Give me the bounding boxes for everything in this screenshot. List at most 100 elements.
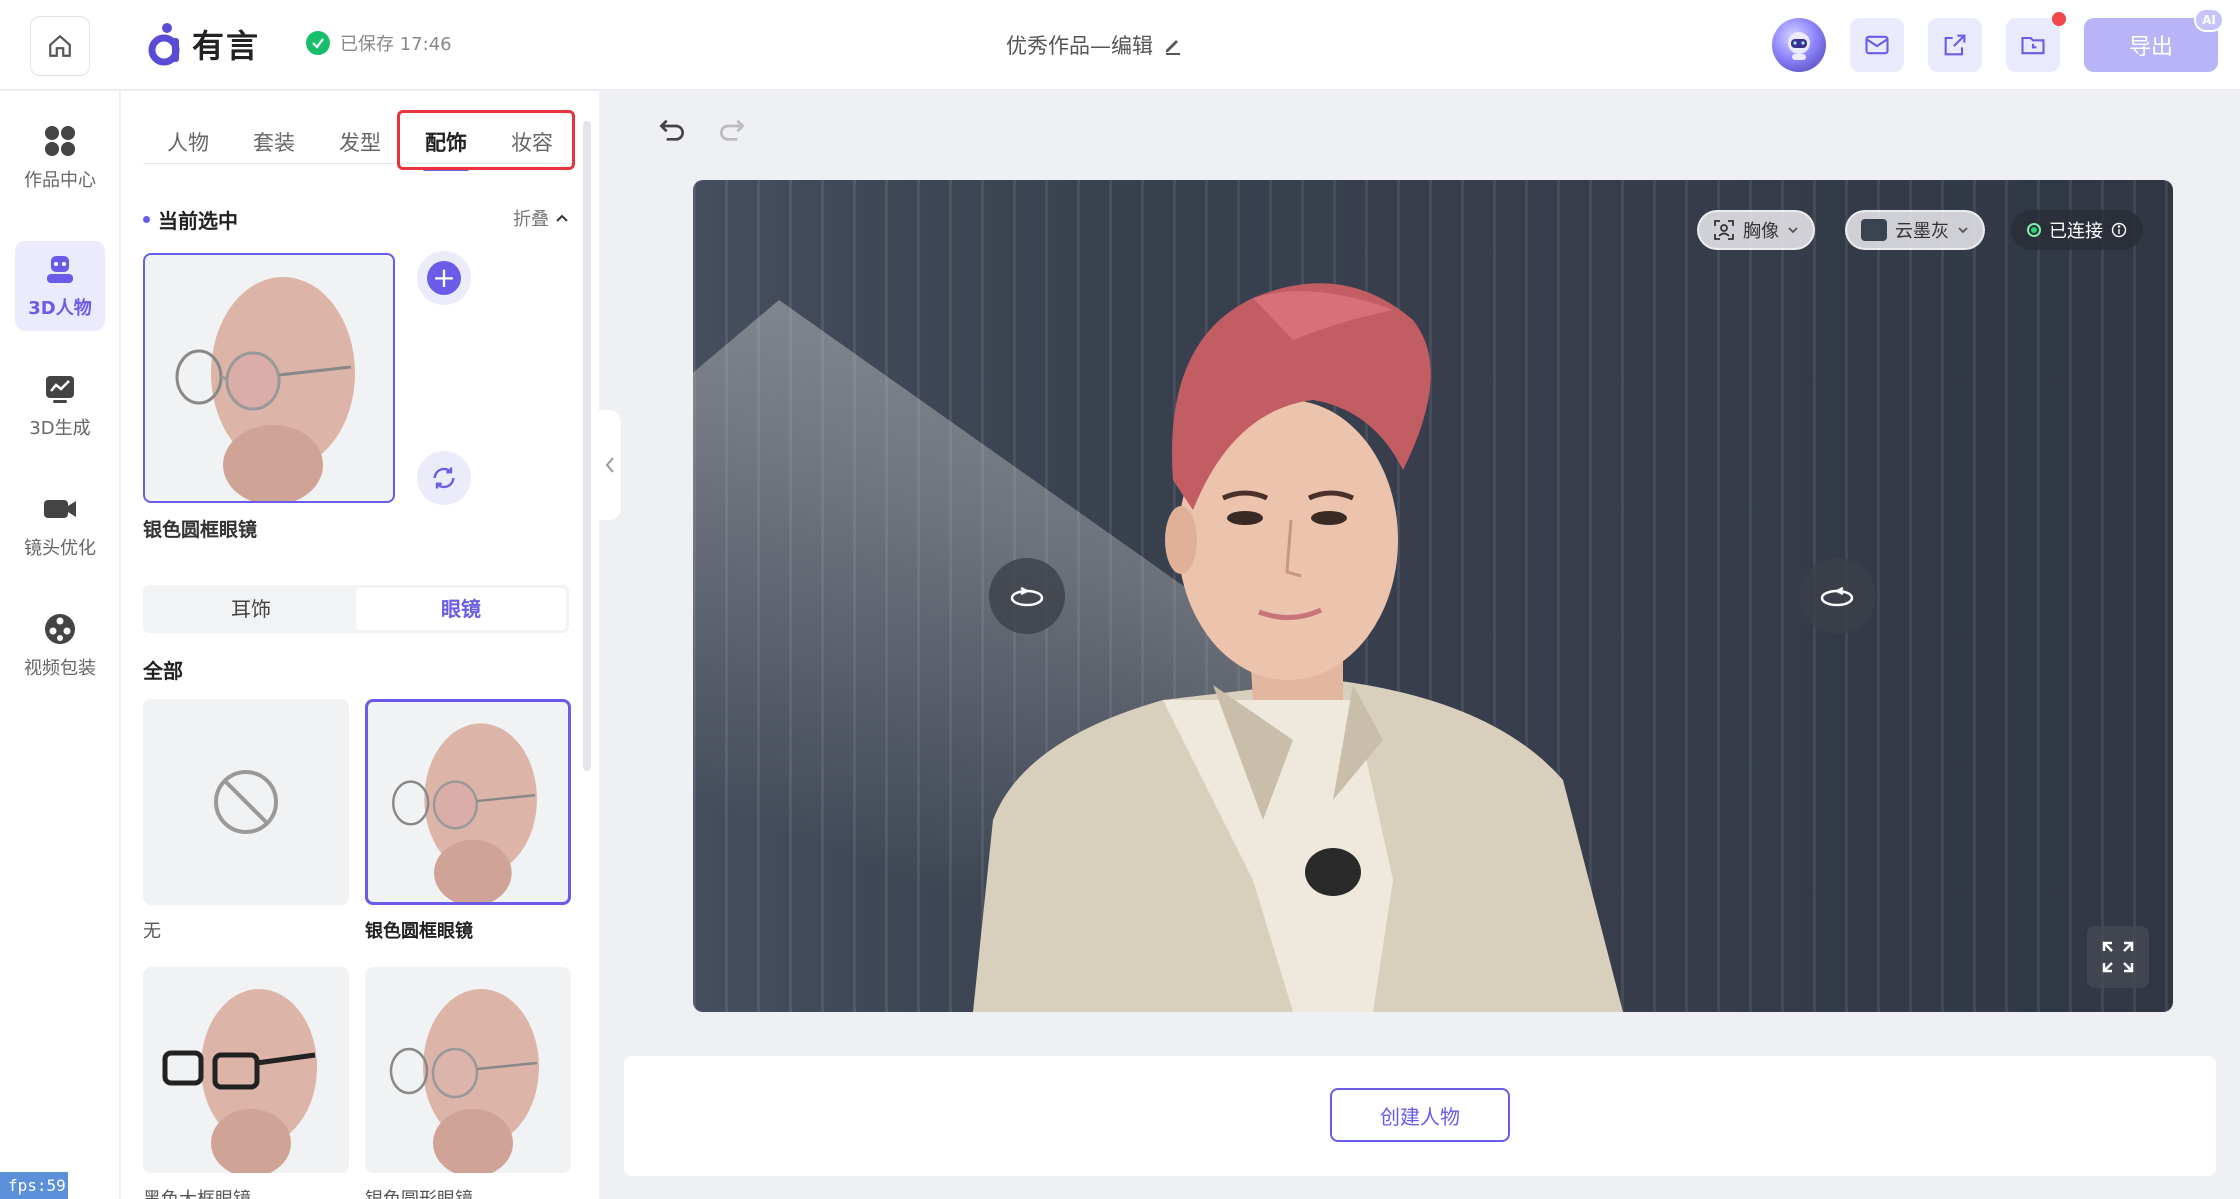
panel-collapse-handle[interactable] (599, 410, 621, 520)
info-icon[interactable] (2111, 222, 2127, 238)
save-status-text: 已保存 17:46 (340, 34, 452, 55)
fold-toggle[interactable]: 折叠 (513, 205, 569, 231)
undo-icon[interactable] (656, 114, 688, 146)
connection-label: 已连接 (2049, 221, 2103, 242)
nav-label: 3D生成 (29, 418, 91, 439)
fold-label: 折叠 (513, 209, 549, 230)
rotate-right-icon (1820, 586, 1854, 607)
user-avatar[interactable] (1772, 18, 1826, 72)
brand-name: 有言 (192, 27, 261, 65)
home-button[interactable] (30, 16, 90, 76)
portrait-frame-icon (1714, 220, 1734, 240)
share-button[interactable] (1928, 18, 1982, 72)
add-accessory-button[interactable]: + (417, 251, 471, 305)
create-character-button[interactable]: 创建人物 (1330, 1088, 1510, 1142)
rotate-right-button[interactable] (1799, 558, 1875, 634)
background-label: 云墨灰 (1895, 221, 1949, 242)
message-button[interactable] (1850, 18, 1904, 72)
head-glasses-thumb (162, 989, 317, 1173)
nav-item-camera[interactable]: 镜头优化 (15, 481, 105, 571)
fullscreen-icon (2102, 941, 2134, 973)
head-glasses-thumb (392, 723, 537, 902)
tab-highlight-box (397, 110, 575, 170)
doc-title-text: 优秀作品—编辑 (1006, 34, 1153, 58)
nav-label: 镜头优化 (24, 538, 96, 559)
fullscreen-button[interactable] (2087, 926, 2149, 988)
head-glasses-preview (175, 277, 355, 501)
history-button[interactable] (2006, 12, 2066, 72)
top-right-actions: 导出 AI (1772, 8, 2224, 72)
film-reel-icon (45, 614, 75, 644)
export-label: 导出 (2128, 35, 2173, 60)
notification-dot (2052, 12, 2066, 26)
item-label: 银色圆框眼镜 (365, 921, 473, 942)
bottom-action-bar: 创建人物 (624, 1056, 2216, 1176)
chevron-down-icon (1788, 227, 1798, 234)
save-status: 已保存 17:46 (306, 30, 452, 56)
chart-icon (46, 376, 74, 403)
item-label: 黑色大框眼镜 (143, 1185, 251, 1199)
bullet-dot (143, 216, 150, 223)
nav-label: 视频包装 (24, 658, 96, 679)
panel-scrollbar[interactable] (583, 121, 591, 771)
character-figure (973, 283, 1623, 1012)
nav-item-3d-character[interactable]: 3D人物 (15, 241, 105, 331)
chevron-left-icon (605, 457, 614, 473)
doc-title[interactable]: 优秀作品—编辑 (1006, 30, 1183, 60)
item-silver-round-glasses[interactable] (365, 699, 571, 905)
nav-label: 作品中心 (24, 170, 96, 191)
robot-icon (47, 256, 73, 283)
folder-clock-icon (2021, 36, 2045, 55)
accessory-subtabs: 耳饰 眼镜 (143, 585, 569, 633)
current-selected-label: 当前选中 (158, 209, 238, 233)
connection-dot (2027, 223, 2041, 237)
camera-icon (44, 500, 76, 518)
accessory-panel: 人物 套装 发型 配饰 妆容 当前选中 折叠 + 银色圆框眼镜 耳饰 眼镜 全部 (121, 91, 599, 1199)
home-icon (49, 34, 71, 57)
brand-logo[interactable]: 有言 (148, 12, 260, 76)
item-label: 无 (143, 921, 161, 942)
tab-hairstyle[interactable]: 发型 (317, 121, 403, 165)
nav-label: 3D人物 (28, 298, 92, 319)
view-mode-label: 胸像 (1743, 221, 1779, 242)
reset-button[interactable] (417, 451, 471, 505)
fps-counter: fps:59 (0, 1172, 68, 1199)
current-selected-title: 当前选中 (143, 205, 238, 234)
edit-pencil-icon[interactable] (1163, 35, 1183, 55)
plus-icon: + (427, 261, 461, 295)
chevron-up-icon (556, 214, 568, 222)
none-icon (214, 770, 278, 834)
tab-character[interactable]: 人物 (145, 121, 231, 165)
tab-outfit[interactable]: 套装 (231, 121, 317, 165)
connection-status: 已连接 (2011, 210, 2143, 250)
all-items-title: 全部 (143, 659, 183, 683)
chevron-down-icon (1958, 227, 1968, 234)
item-black-large-glasses[interactable] (143, 967, 349, 1173)
export-button[interactable]: 导出 AI (2084, 8, 2224, 72)
left-nav: 作品中心 3D人物 3D生成 镜头优化 视频包装 (0, 91, 120, 1199)
background-swatch (1861, 219, 1887, 241)
item-none[interactable] (143, 699, 349, 905)
3d-preview-stage[interactable]: 胸像 云墨灰 已连接 (693, 180, 2173, 1012)
view-mode-select[interactable]: 胸像 (1697, 210, 1815, 250)
rotate-left-button[interactable] (989, 558, 1065, 634)
nav-item-3d-generate[interactable]: 3D生成 (15, 361, 105, 451)
logo-icon (148, 23, 180, 66)
share-icon (1944, 34, 1966, 56)
astronaut-icon (1788, 32, 1810, 60)
top-bar: 有言 已保存 17:46 优秀作品—编辑 导出 AI (0, 0, 2240, 90)
grid-icon (45, 126, 75, 156)
subtab-glasses[interactable]: 眼镜 (356, 588, 566, 630)
nav-item-video-package[interactable]: 视频包装 (15, 601, 105, 691)
nav-item-works[interactable]: 作品中心 (15, 113, 105, 203)
refresh-icon (433, 467, 455, 489)
subtab-earring[interactable]: 耳饰 (146, 588, 356, 630)
current-item-name: 银色圆框眼镜 (143, 519, 258, 541)
item-silver-circle-glasses[interactable] (365, 967, 571, 1173)
head-glasses-thumb (389, 989, 539, 1173)
current-item-preview[interactable] (143, 253, 395, 503)
item-label: 银色圆形眼镜 (365, 1185, 473, 1199)
background-select[interactable]: 云墨灰 (1845, 210, 1985, 250)
mail-icon (1865, 35, 1889, 55)
redo-icon[interactable] (716, 114, 748, 146)
